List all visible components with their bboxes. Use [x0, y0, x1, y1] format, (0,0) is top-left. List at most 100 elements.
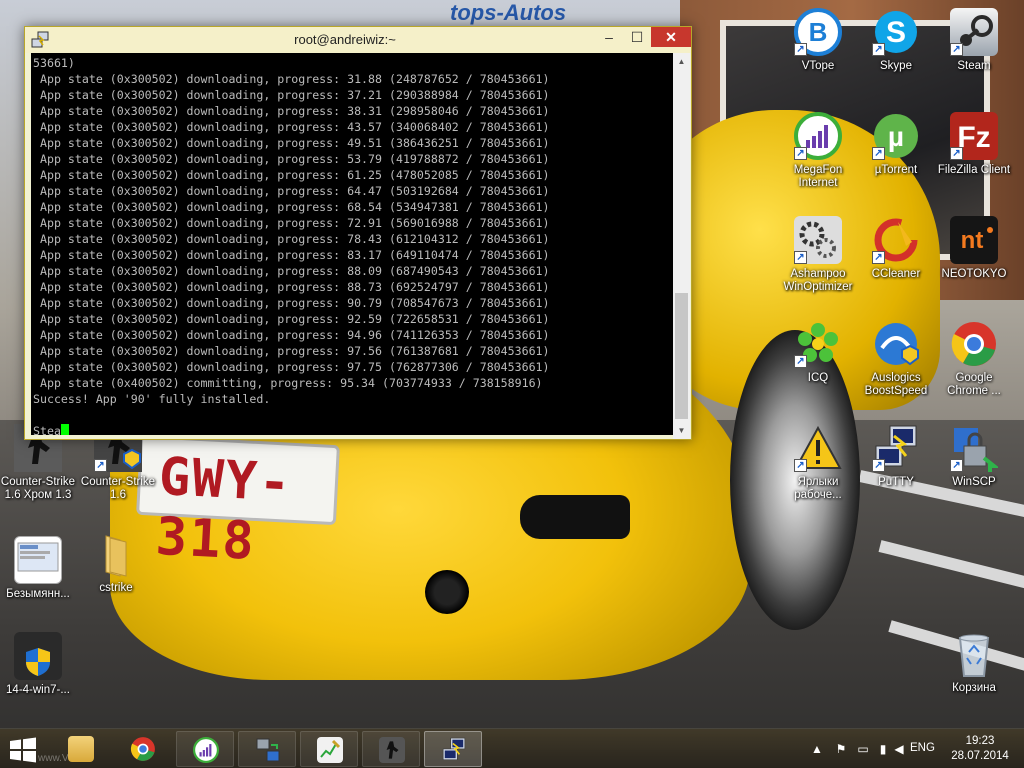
- screenshot-file-icon: [14, 536, 62, 584]
- desktop-icon-label: Корзина: [952, 682, 996, 694]
- window-title: root@andreiwiz:~: [294, 32, 396, 47]
- tray-volume-icon[interactable]: ◀: [892, 742, 906, 756]
- chrome-icon: [950, 320, 998, 368]
- tray-power-icon[interactable]: ▭: [856, 742, 870, 756]
- maximize-button[interactable]: ☐: [623, 27, 651, 47]
- scroll-up-arrow-icon[interactable]: ▲: [673, 53, 690, 70]
- neotokyo-icon: nt: [950, 216, 998, 264]
- terminal-line: 53661): [33, 56, 75, 70]
- desktop-icon-putty[interactable]: ↗ PuTTY: [858, 424, 934, 489]
- close-button[interactable]: ✕: [651, 27, 691, 47]
- terminal-line: App state (0x300502) downloading, progre…: [33, 200, 550, 214]
- desktop-icon-label: Counter-Strike 1.6 Хром 1.3: [0, 476, 76, 501]
- desktop-icon-filezilla[interactable]: Fz ↗ FileZilla Client: [936, 112, 1012, 177]
- tray-language[interactable]: ENG: [910, 742, 935, 768]
- terminal-line: App state (0x400502) committing, progres…: [33, 376, 543, 390]
- scrollbar-thumb[interactable]: [675, 293, 688, 419]
- desktop-icon-recycle-bin[interactable]: Корзина: [936, 630, 1012, 695]
- desktop-icon-win7-installer[interactable]: 14-4-win7-...: [0, 632, 76, 697]
- desktop-icon-label: Counter-Strike 1.6: [80, 476, 156, 501]
- terminal-line: App state (0x300502) downloading, progre…: [33, 264, 550, 278]
- shortcut-arrow-icon: ↗: [872, 43, 885, 56]
- desktop-icon-ashampoo[interactable]: ↗ Ashampoo WinOptimizer: [780, 216, 856, 294]
- desktop-icon-cstrike-folder[interactable]: cstrike: [78, 530, 154, 595]
- shortcut-arrow-icon: ↗: [794, 43, 807, 56]
- start-button[interactable]: [8, 737, 38, 763]
- taskbar-chrome[interactable]: [114, 731, 172, 767]
- desktop-icon-label: Google Chrome ...: [947, 372, 1001, 397]
- notepad-chart-icon: [317, 737, 343, 763]
- terminal-line: App state (0x300502) downloading, progre…: [33, 360, 550, 374]
- desktop-icon-label: CCleaner: [871, 268, 921, 280]
- counter-strike-icon: [379, 737, 405, 763]
- desktop-icon-steam[interactable]: ↗ Steam: [936, 8, 1012, 73]
- terminal-prompt-line[interactable]: Stea: [33, 423, 673, 435]
- putty-window[interactable]: root@andreiwiz:~ – ☐ ✕ 53661) App state …: [24, 26, 692, 440]
- window-titlebar[interactable]: root@andreiwiz:~ – ☐ ✕: [25, 27, 691, 53]
- desktop-icon-utorrent[interactable]: µ ↗ µTorrent: [858, 112, 934, 177]
- terminal-line: App state (0x300502) downloading, progre…: [33, 232, 550, 246]
- desktop-icon-chrome[interactable]: Google Chrome ...: [936, 320, 1012, 398]
- scroll-down-arrow-icon[interactable]: ▼: [673, 422, 690, 439]
- desktop-icon-neotokyo[interactable]: nt NEOTOKYO: [936, 216, 1012, 281]
- prompt-text: Stea: [33, 424, 61, 435]
- clock-date: 28.07.2014: [951, 750, 1009, 762]
- desktop-icon-label: WinSCP: [952, 476, 996, 488]
- svg-text:µ: µ: [888, 121, 904, 152]
- shortcut-arrow-icon: ↗: [872, 147, 885, 160]
- desktop-icon-icq[interactable]: ↗ ICQ: [780, 320, 856, 385]
- taskbar-megafon[interactable]: [176, 731, 234, 767]
- network-transfer-icon: [255, 737, 281, 763]
- tray-chevron-up-icon[interactable]: ▲: [810, 742, 824, 756]
- desktop-icon-label: FileZilla Client: [937, 164, 1011, 176]
- skype-icon: S ↗: [872, 8, 920, 56]
- desktop-icon-skype[interactable]: S ↗ Skype: [858, 8, 934, 73]
- ashampoo-icon: ↗: [794, 216, 842, 264]
- desktop-icon-label: Steam: [957, 60, 991, 72]
- desktop-icon-label: ICQ: [807, 372, 829, 384]
- terminal-line: App state (0x300502) downloading, progre…: [33, 104, 550, 118]
- shortcut-arrow-icon: ↗: [950, 459, 963, 472]
- minimize-button[interactable]: –: [595, 27, 623, 47]
- file-explorer-icon: [68, 736, 94, 762]
- car-foglamp: [425, 570, 469, 614]
- desktop-icon-winscp[interactable]: ↗ WinSCP: [936, 424, 1012, 489]
- taskbar-putty[interactable]: [424, 731, 482, 767]
- auslogics-icon: [872, 320, 920, 368]
- desktop-icon-label: NEOTOKYO: [941, 268, 1007, 280]
- putty-icon: ↗: [872, 424, 920, 472]
- taskbar-network-transfer[interactable]: [238, 731, 296, 767]
- tray-network-icon[interactable]: ▮: [876, 742, 890, 756]
- terminal-line: App state (0x300502) downloading, progre…: [33, 248, 550, 262]
- tray-clock[interactable]: 19:23 28.07.2014: [945, 734, 1015, 768]
- desktop-icon-vtope[interactable]: B ↗ VTope: [780, 8, 856, 73]
- vertical-scrollbar[interactable]: ▲ ▼: [673, 53, 690, 439]
- desktop-icon-screenshot[interactable]: Безымянн...: [0, 536, 76, 601]
- shortcut-arrow-icon: ↗: [794, 147, 807, 160]
- megafon-icon: ↗: [794, 112, 842, 160]
- shortcut-arrow-icon: ↗: [950, 147, 963, 160]
- shortcut-arrow-icon: ↗: [794, 251, 807, 264]
- desktop-icon-ccleaner[interactable]: ↗ CCleaner: [858, 216, 934, 281]
- recycle-bin-icon: [950, 630, 998, 678]
- terminal-cursor: [60, 424, 69, 435]
- license-plate: GWY-318: [136, 434, 340, 572]
- desktop-icon-shortcuts[interactable]: ↗ Ярлыки рабоче...: [780, 424, 856, 502]
- terminal-line: App state (0x300502) downloading, progre…: [33, 136, 550, 150]
- desktop-icon-label: Безымянн...: [6, 588, 70, 600]
- desktop-icon-label: 14-4-win7-...: [6, 684, 70, 696]
- warning-shortcuts-icon: ↗: [794, 424, 842, 472]
- taskbar-notepad[interactable]: [300, 731, 358, 767]
- desktop-icon-label: cstrike: [99, 582, 133, 594]
- desktop-icon-auslogics[interactable]: Auslogics BoostSpeed: [858, 320, 934, 398]
- terminal-output[interactable]: 53661) App state (0x300502) downloading,…: [31, 53, 673, 435]
- car-grill: [520, 495, 630, 539]
- taskbar-file-explorer[interactable]: [52, 731, 110, 767]
- desktop-icon-megafon[interactable]: ↗ MegaFon Internet: [780, 112, 856, 190]
- shortcut-arrow-icon: ↗: [794, 459, 807, 472]
- taskbar-counter-strike[interactable]: [362, 731, 420, 767]
- icq-icon: ↗: [794, 320, 842, 368]
- desktop-icon-label: Ashampoo WinOptimizer: [783, 268, 853, 293]
- tray-flag-icon[interactable]: ⚑: [834, 742, 848, 756]
- terminal-line: App state (0x300502) downloading, progre…: [33, 72, 550, 86]
